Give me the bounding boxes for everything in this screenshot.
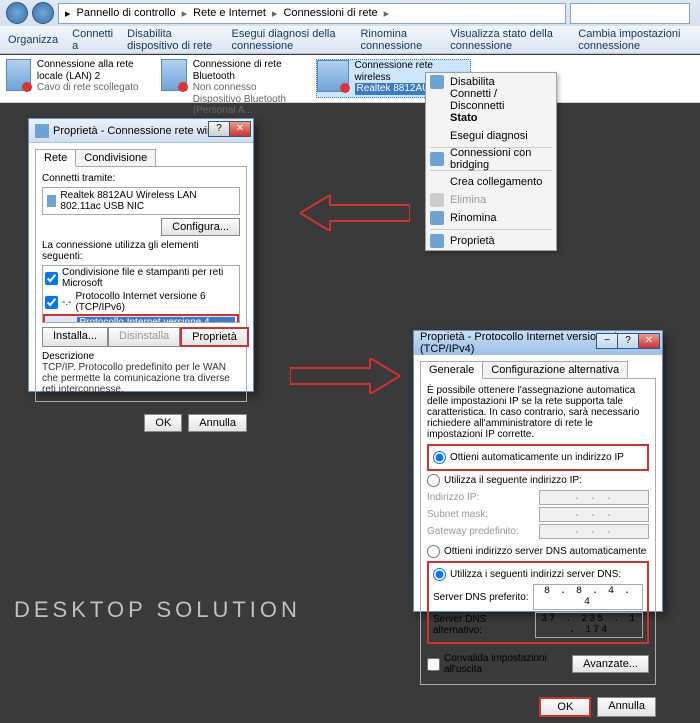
disinstalla-button: Disinstalla [108, 327, 180, 347]
context-menu: Disabilita Connetti / Disconnetti Stato … [425, 72, 557, 251]
label-descrizione: Descrizione [42, 351, 240, 362]
toolbar-cambia[interactable]: Cambia impostazioni connessione [578, 28, 692, 52]
rename-icon [430, 211, 444, 225]
annulla-button[interactable]: Annulla [597, 697, 656, 717]
avanzate-button[interactable]: Avanzate... [572, 655, 649, 673]
help-button[interactable]: ? [208, 121, 230, 137]
tab-generale[interactable]: Generale [420, 361, 483, 379]
tab-alternativa[interactable]: Configurazione alternativa [482, 361, 628, 379]
delete-icon [430, 193, 444, 207]
network-icon [317, 60, 349, 92]
ctx-rinomina[interactable]: Rinomina [426, 209, 556, 227]
subnet-field: . . . [539, 507, 649, 522]
ctx-diagnosi[interactable]: Esegui diagnosi [426, 127, 556, 145]
ctx-stato[interactable]: Stato [426, 109, 556, 127]
ctx-connetti[interactable]: Connetti / Disconnetti [426, 91, 556, 109]
ok-button[interactable]: OK [144, 414, 182, 432]
breadcrumb[interactable]: Rete e Internet [191, 7, 268, 19]
ctx-proprieta[interactable]: Proprietà [426, 232, 556, 250]
close-button[interactable]: ✕ [638, 333, 660, 349]
ctx-bridging[interactable]: Connessioni con bridging [426, 150, 556, 168]
radio-dns-auto[interactable]: Ottieni indirizzo server DNS automaticam… [427, 545, 649, 558]
dns-pref-field[interactable]: 8 . 8 . 4 . 4 [533, 584, 643, 610]
radio-ip-manual[interactable]: Utilizza il seguente indirizzo IP: [427, 474, 649, 487]
window-icon [35, 124, 49, 138]
tab-rete[interactable]: Rete [35, 149, 76, 167]
connection-bluetooth[interactable]: Connessione di rete BluetoothNon conness… [161, 59, 316, 98]
intro-text: È possibile ottenere l'assegnazione auto… [427, 385, 649, 440]
list-item-ipv4: -.-Protocollo Internet versione 4 (TCP/I… [43, 314, 239, 323]
list-item: Condivisione file e stampanti per reti M… [43, 266, 239, 290]
toolbar-diagnosi[interactable]: Esegui diagnosi della connessione [232, 28, 347, 52]
checkbox-convalida[interactable]: Convalida impostazioni all'uscita [427, 653, 572, 675]
titlebar[interactable]: Proprietà - Protocollo Internet versione… [414, 331, 662, 355]
close-button[interactable]: ✕ [229, 121, 251, 137]
toolbar-disabilita[interactable]: Disabilita dispositivo di rete [127, 28, 217, 52]
disable-icon [430, 75, 444, 89]
minimize-button[interactable]: − [596, 333, 618, 349]
network-icon [161, 59, 187, 91]
ctx-collegamento[interactable]: Crea collegamento [426, 173, 556, 191]
connection-lan[interactable]: Connessione alla rete locale (LAN) 2Cavo… [6, 59, 161, 98]
tab-condivisione[interactable]: Condivisione [75, 149, 156, 167]
toolbar-connetti[interactable]: Connetti a [72, 28, 113, 52]
configura-button[interactable]: Configura... [161, 218, 240, 236]
label-connetti-tramite: Connetti tramite: [42, 173, 240, 184]
components-listbox[interactable]: Condivisione file e stampanti per reti M… [42, 265, 240, 323]
breadcrumb[interactable]: Pannello di controllo [75, 7, 178, 19]
toolbar-visualizza[interactable]: Visualizza stato della connessione [450, 28, 564, 52]
ctx-elimina: Elimina [426, 191, 556, 209]
properties-window-wireless: Proprietà - Connessione rete wireless ? … [28, 118, 254, 392]
adapter-icon [47, 195, 56, 207]
proprieta-button[interactable]: Proprietà [180, 327, 249, 347]
titlebar[interactable]: Proprietà - Connessione rete wireless ? … [29, 119, 253, 143]
properties-window-ipv4: Proprietà - Protocollo Internet versione… [413, 330, 663, 612]
annulla-button[interactable]: Annulla [188, 414, 247, 432]
desc-text: TCP/IP. Protocollo predefinito per le WA… [42, 362, 240, 395]
toolbar-organizza[interactable]: Organizza [8, 34, 58, 46]
label-utilizza: La connessione utilizza gli elementi seg… [42, 240, 240, 262]
watermark: DESKTOP SOLUTION [14, 597, 301, 623]
ip-field: . . . [539, 490, 649, 505]
network-icon [6, 59, 31, 91]
properties-icon [430, 234, 444, 248]
bridge-icon [430, 152, 444, 166]
address-bar[interactable]: ▸ Pannello di controllo▸ Rete e Internet… [58, 3, 566, 24]
back-button[interactable] [6, 2, 28, 24]
installa-button[interactable]: Installa... [42, 327, 108, 347]
forward-button[interactable] [32, 2, 54, 24]
gateway-field: . . . [539, 524, 649, 539]
help-button[interactable]: ? [617, 333, 639, 349]
adapter-field: Realtek 8812AU Wireless LAN 802.11ac USB… [42, 187, 240, 215]
radio-ip-auto[interactable]: Ottieni automaticamente un indirizzo IP [433, 451, 643, 464]
dns-alt-field[interactable]: 37 . 235 . 1 . 174 [535, 612, 643, 638]
ok-button[interactable]: OK [539, 697, 591, 717]
toolbar: Organizza Connetti a Disabilita disposit… [0, 26, 700, 54]
arrow-right-icon [290, 358, 400, 394]
breadcrumb[interactable]: Connessioni di rete [281, 7, 379, 19]
arrow-left-icon [300, 195, 410, 231]
search-input[interactable] [570, 3, 690, 24]
radio-dns-manual[interactable]: Utilizza i seguenti indirizzi server DNS… [433, 568, 643, 581]
list-item: -.-Protocollo Internet versione 6 (TCP/I… [43, 290, 239, 314]
toolbar-rinomina[interactable]: Rinomina connessione [360, 28, 436, 52]
